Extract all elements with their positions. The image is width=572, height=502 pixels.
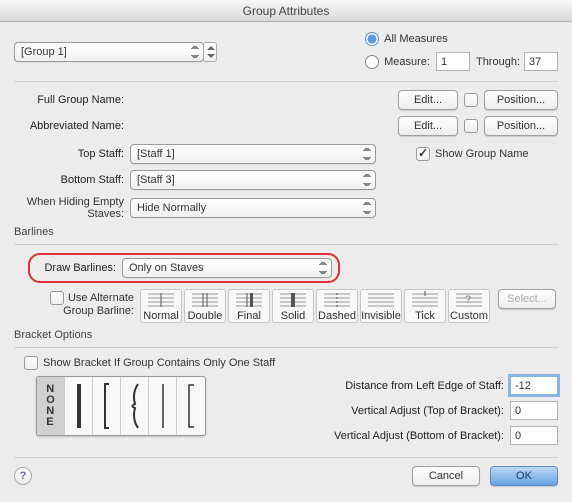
dist-label: Distance from Left Edge of Staff: bbox=[345, 380, 510, 392]
measure-radio[interactable] bbox=[365, 55, 379, 69]
vbot-label: Vertical Adjust (Bottom of Bracket): bbox=[334, 430, 510, 442]
group-select-value: [Group 1] bbox=[21, 46, 67, 58]
barline-select-button[interactable]: Select... bbox=[498, 289, 556, 309]
when-hiding-value: Hide Normally bbox=[137, 202, 206, 214]
ok-button[interactable]: OK bbox=[490, 466, 558, 486]
measure-from-input[interactable] bbox=[436, 52, 470, 71]
divider bbox=[14, 244, 558, 245]
bracket-curly[interactable] bbox=[121, 377, 149, 435]
barline-tick[interactable]: Tick bbox=[404, 289, 446, 323]
draw-barlines-value: Only on Staves bbox=[129, 262, 204, 274]
draw-barlines-select[interactable]: Only on Staves bbox=[122, 258, 332, 278]
bracket-thin[interactable] bbox=[149, 377, 177, 435]
barline-solid[interactable]: Solid bbox=[272, 289, 314, 323]
position-full-name-button[interactable]: Position... bbox=[484, 90, 558, 110]
measure-through-input[interactable] bbox=[524, 52, 558, 71]
all-measures-label: All Measures bbox=[384, 33, 448, 45]
show-bracket-one-label: Show Bracket If Group Contains Only One … bbox=[43, 357, 275, 369]
bottom-staff-value: [Staff 3] bbox=[137, 174, 175, 186]
use-alternate-label2: Group Barline: bbox=[14, 305, 134, 317]
group-stepper[interactable] bbox=[203, 42, 217, 62]
top-staff-value: [Staff 1] bbox=[137, 148, 175, 160]
full-group-name-label: Full Group Name: bbox=[14, 94, 130, 106]
use-alternate-checkbox[interactable] bbox=[50, 291, 64, 305]
vtop-input[interactable] bbox=[510, 401, 558, 420]
full-name-checkbox[interactable] bbox=[464, 93, 478, 107]
when-hiding-select[interactable]: Hide Normally bbox=[130, 198, 376, 218]
barline-normal[interactable]: Normal bbox=[140, 289, 182, 323]
when-hiding-label: When Hiding EmptyStaves: bbox=[14, 196, 130, 220]
show-group-name-label: Show Group Name bbox=[435, 148, 529, 160]
window-title: Group Attributes bbox=[0, 0, 572, 22]
edit-full-name-button[interactable]: Edit... bbox=[398, 90, 458, 110]
top-staff-select[interactable]: [Staff 1] bbox=[130, 144, 376, 164]
barline-double[interactable]: Double bbox=[184, 289, 226, 323]
bracket-desk[interactable] bbox=[177, 377, 205, 435]
position-abbrev-button[interactable]: Position... bbox=[484, 116, 558, 136]
divider bbox=[14, 457, 558, 458]
barlines-header: Barlines bbox=[14, 226, 558, 238]
divider bbox=[14, 347, 558, 348]
measure-label: Measure: bbox=[384, 56, 430, 68]
abbrev-name-label: Abbreviated Name: bbox=[14, 120, 130, 132]
show-group-name-checkbox[interactable] bbox=[416, 147, 430, 161]
use-alternate-label: Use Alternate bbox=[68, 292, 134, 304]
draw-barlines-label: Draw Barlines: bbox=[36, 262, 122, 274]
through-label: Through: bbox=[476, 56, 520, 68]
bracket-style-group: NONE bbox=[36, 376, 206, 436]
all-measures-radio[interactable] bbox=[365, 32, 379, 46]
show-bracket-one-checkbox[interactable] bbox=[24, 356, 38, 370]
vtop-label: Vertical Adjust (Top of Bracket): bbox=[351, 405, 510, 417]
edit-abbrev-button[interactable]: Edit... bbox=[398, 116, 458, 136]
barline-style-group: Normal Double Final Solid Dashed Invisib… bbox=[140, 289, 490, 323]
cancel-button[interactable]: Cancel bbox=[412, 466, 480, 486]
barline-final[interactable]: Final bbox=[228, 289, 270, 323]
bracket-header: Bracket Options bbox=[14, 329, 558, 341]
barline-dashed[interactable]: Dashed bbox=[316, 289, 358, 323]
bracket-square[interactable] bbox=[93, 377, 121, 435]
divider bbox=[14, 81, 558, 82]
group-select[interactable]: [Group 1] bbox=[14, 42, 204, 62]
bracket-thick[interactable] bbox=[65, 377, 93, 435]
svg-text:?: ? bbox=[465, 294, 471, 306]
dist-input[interactable] bbox=[510, 376, 558, 395]
top-staff-label: Top Staff: bbox=[14, 148, 130, 160]
barline-custom[interactable]: ?Custom bbox=[448, 289, 490, 323]
bracket-none[interactable]: NONE bbox=[37, 377, 65, 435]
bottom-staff-select[interactable]: [Staff 3] bbox=[130, 170, 376, 190]
barline-invisible[interactable]: Invisible bbox=[360, 289, 402, 323]
bottom-staff-label: Bottom Staff: bbox=[14, 174, 130, 186]
vbot-input[interactable] bbox=[510, 426, 558, 445]
abbrev-name-checkbox[interactable] bbox=[464, 119, 478, 133]
help-button[interactable]: ? bbox=[14, 467, 32, 485]
